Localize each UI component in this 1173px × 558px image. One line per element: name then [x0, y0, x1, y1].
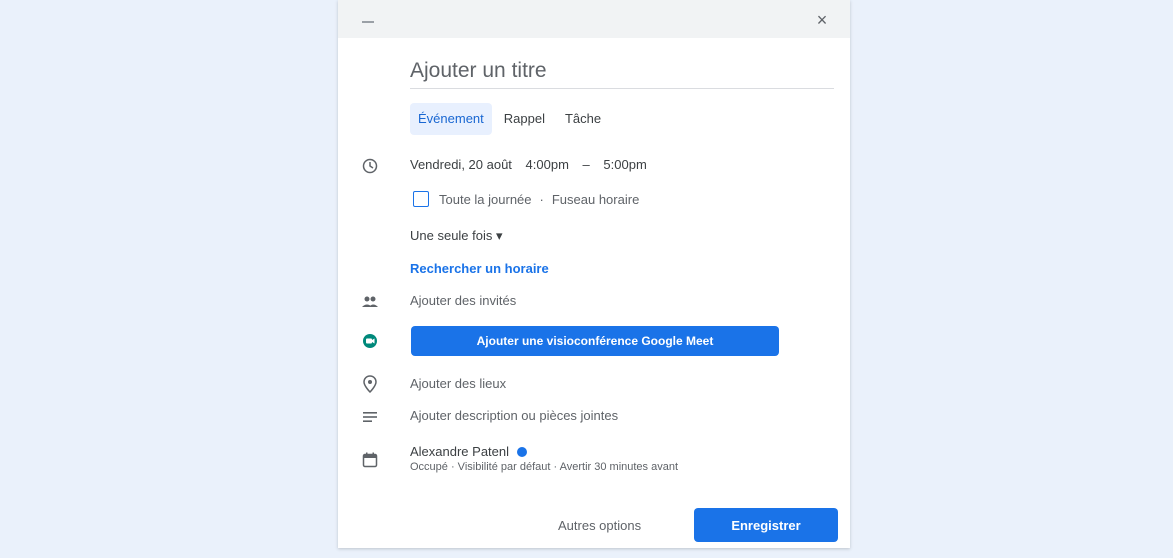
- google-meet-icon: [360, 331, 380, 351]
- calendar-icon: [360, 450, 380, 470]
- google-meet-button[interactable]: Ajouter une visioconférence Google Meet: [411, 326, 779, 356]
- dialog-header[interactable]: ×: [338, 0, 850, 38]
- title-input[interactable]: [410, 56, 834, 89]
- timezone-link[interactable]: Fuseau horaire: [552, 192, 639, 207]
- description-icon: [360, 407, 380, 427]
- find-time-link[interactable]: Rechercher un horaire: [410, 261, 549, 276]
- all-day-checkbox[interactable]: [413, 191, 429, 207]
- calendar-selector[interactable]: Alexandre Patenl: [410, 444, 528, 459]
- date-picker[interactable]: Vendredi, 20 août: [410, 157, 512, 172]
- event-type-tabs: Événement Rappel Tâche: [410, 103, 613, 135]
- tab-tache[interactable]: Tâche: [557, 103, 609, 135]
- time-separator: –: [582, 157, 590, 172]
- more-options-button[interactable]: Autres options: [550, 510, 649, 542]
- save-button[interactable]: Enregistrer: [694, 508, 838, 542]
- add-description-field[interactable]: Ajouter description ou pièces jointes: [410, 408, 618, 423]
- add-guests-field[interactable]: Ajouter des invités: [410, 293, 516, 308]
- clock-icon: [360, 156, 380, 176]
- start-time-picker[interactable]: 4:00pm: [526, 157, 569, 172]
- tab-rappel[interactable]: Rappel: [496, 103, 553, 135]
- repeat-dropdown[interactable]: Une seule fois ▾: [410, 228, 503, 244]
- calendar-color-dot: [517, 446, 528, 457]
- separator: ·: [539, 191, 544, 207]
- end-time-picker[interactable]: 5:00pm: [603, 157, 646, 172]
- all-day-row: Toute la journée · Fuseau horaire: [413, 191, 639, 207]
- all-day-label: Toute la journée: [439, 191, 532, 207]
- event-dialog: × Événement Rappel Tâche Vendredi, 20 ao…: [338, 0, 850, 548]
- tab-evenement[interactable]: Événement: [410, 103, 492, 135]
- calendar-owner-name: Alexandre Patenl: [410, 444, 510, 459]
- people-icon: [360, 292, 380, 312]
- calendar-details[interactable]: Occupé · Visibilité par défaut · Avertir…: [410, 461, 678, 473]
- date-time-row: Vendredi, 20 août 4:00pm – 5:00pm: [410, 157, 657, 172]
- location-pin-icon: [360, 374, 380, 394]
- drag-handle-icon[interactable]: [362, 21, 374, 23]
- close-button[interactable]: ×: [812, 10, 832, 30]
- add-location-field[interactable]: Ajouter des lieux: [410, 376, 506, 391]
